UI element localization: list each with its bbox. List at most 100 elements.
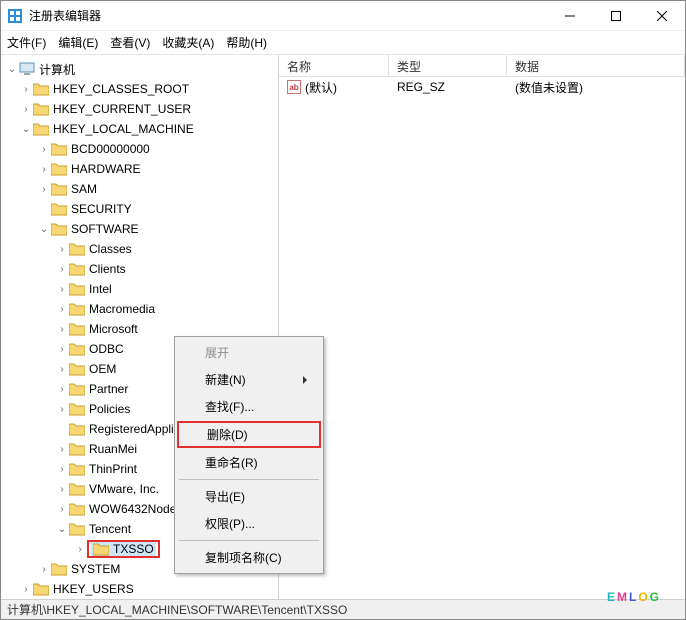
- value-data: (数值未设置): [507, 79, 685, 96]
- tree-node[interactable]: Classes: [89, 242, 132, 256]
- tree-node[interactable]: VMware, Inc.: [89, 482, 159, 496]
- window-title: 注册表编辑器: [29, 7, 547, 24]
- column-header-type[interactable]: 类型: [389, 55, 507, 76]
- folder-icon: [93, 542, 109, 556]
- status-path: 计算机\HKEY_LOCAL_MACHINE\SOFTWARE\Tencent\…: [7, 601, 347, 618]
- expander-icon[interactable]: ›: [55, 444, 69, 455]
- ctx-permissions[interactable]: 权限(P)...: [177, 510, 321, 537]
- ctx-delete-highlight: 删除(D): [177, 421, 321, 448]
- string-value-icon: ab: [287, 80, 301, 94]
- computer-icon: [19, 62, 35, 76]
- expander-icon[interactable]: ›: [55, 404, 69, 415]
- expander-icon[interactable]: ›: [55, 464, 69, 475]
- tree-node[interactable]: HKEY_CLASSES_ROOT: [53, 82, 189, 96]
- ctx-find[interactable]: 查找(F)...: [177, 393, 321, 420]
- expander-icon[interactable]: ›: [55, 244, 69, 255]
- menu-favorites[interactable]: 收藏夹(A): [162, 34, 214, 51]
- expander-icon[interactable]: ›: [55, 264, 69, 275]
- folder-icon: [51, 182, 67, 196]
- ctx-new[interactable]: 新建(N): [177, 366, 321, 393]
- tree-node[interactable]: Policies: [89, 402, 130, 416]
- expander-icon[interactable]: ›: [37, 164, 51, 175]
- tree-node-selected[interactable]: TXSSO: [113, 542, 154, 556]
- close-button[interactable]: [639, 1, 685, 30]
- folder-icon: [51, 202, 67, 216]
- tree-node[interactable]: Macromedia: [89, 302, 155, 316]
- expander-icon[interactable]: ›: [55, 484, 69, 495]
- menu-view[interactable]: 查看(V): [110, 34, 150, 51]
- tree-node[interactable]: SOFTWARE: [71, 222, 139, 236]
- folder-icon: [51, 142, 67, 156]
- tree-node[interactable]: HARDWARE: [71, 162, 141, 176]
- tree-node-computer[interactable]: 计算机: [39, 61, 75, 78]
- expander-icon[interactable]: ›: [19, 84, 33, 95]
- expander-icon[interactable]: ⌄: [5, 64, 19, 75]
- ctx-separator: [179, 479, 319, 480]
- tree-node[interactable]: OEM: [89, 362, 116, 376]
- tree-node[interactable]: WOW6432Node: [89, 502, 176, 516]
- expander-icon[interactable]: ›: [19, 104, 33, 115]
- ctx-export[interactable]: 导出(E): [177, 483, 321, 510]
- expander-icon[interactable]: ›: [19, 584, 33, 595]
- folder-icon: [69, 382, 85, 396]
- tree-node[interactable]: HKEY_LOCAL_MACHINE: [53, 122, 194, 136]
- folder-icon: [69, 262, 85, 276]
- tree-node[interactable]: ThinPrint: [89, 462, 137, 476]
- tree-node[interactable]: HKEY_CURRENT_USER: [53, 102, 191, 116]
- tree-node[interactable]: Clients: [89, 262, 126, 276]
- tree-node[interactable]: Intel: [89, 282, 112, 296]
- ctx-copykey[interactable]: 复制项名称(C): [177, 544, 321, 571]
- tree-node[interactable]: BCD00000000: [71, 142, 150, 156]
- expander-icon[interactable]: ›: [37, 144, 51, 155]
- expander-icon[interactable]: ›: [55, 364, 69, 375]
- value-list-pane[interactable]: 名称 类型 数据 ab (默认) REG_SZ (数值未设置): [279, 55, 685, 599]
- tree-node[interactable]: Microsoft: [89, 322, 138, 336]
- expander-icon[interactable]: ›: [37, 564, 51, 575]
- expander-icon[interactable]: ›: [55, 504, 69, 515]
- expander-icon[interactable]: ⌄: [55, 524, 69, 535]
- regedit-icon: [7, 8, 23, 24]
- expander-icon[interactable]: ›: [55, 284, 69, 295]
- column-header-name[interactable]: 名称: [279, 55, 389, 76]
- folder-icon: [69, 302, 85, 316]
- tree-node[interactable]: HKEY_USERS: [53, 582, 134, 596]
- tree-node[interactable]: SAM: [71, 182, 97, 196]
- minimize-button[interactable]: [547, 1, 593, 30]
- folder-icon: [69, 322, 85, 336]
- tree-node[interactable]: Partner: [89, 382, 128, 396]
- menu-help[interactable]: 帮助(H): [226, 34, 267, 51]
- expander-icon[interactable]: ⌄: [19, 124, 33, 135]
- tree-node[interactable]: SYSTEM: [71, 562, 120, 576]
- value-name: (默认): [305, 79, 337, 96]
- menu-file[interactable]: 文件(F): [7, 34, 46, 51]
- folder-icon: [33, 102, 49, 116]
- folder-icon: [51, 222, 67, 236]
- expander-icon[interactable]: ›: [55, 384, 69, 395]
- folder-icon: [69, 522, 85, 536]
- ctx-rename[interactable]: 重命名(R): [177, 449, 321, 476]
- folder-icon: [51, 562, 67, 576]
- expander-icon[interactable]: ›: [55, 304, 69, 315]
- folder-icon: [69, 482, 85, 496]
- menu-edit[interactable]: 编辑(E): [58, 34, 98, 51]
- list-row[interactable]: ab (默认) REG_SZ (数值未设置): [279, 77, 685, 97]
- expander-icon[interactable]: ⌄: [37, 224, 51, 235]
- folder-icon: [69, 402, 85, 416]
- expander-icon[interactable]: ›: [73, 544, 87, 555]
- folder-icon: [33, 122, 49, 136]
- tree-node[interactable]: SECURITY: [71, 202, 132, 216]
- folder-icon: [69, 502, 85, 516]
- expander-icon[interactable]: ›: [55, 324, 69, 335]
- value-type: REG_SZ: [389, 80, 507, 94]
- tree-node[interactable]: RuanMei: [89, 442, 137, 456]
- tree-node[interactable]: Tencent: [89, 522, 131, 536]
- folder-icon: [33, 582, 49, 596]
- list-header: 名称 类型 数据: [279, 55, 685, 77]
- selection-highlight: TXSSO: [87, 540, 160, 559]
- column-header-data[interactable]: 数据: [507, 55, 685, 76]
- maximize-button[interactable]: [593, 1, 639, 30]
- expander-icon[interactable]: ›: [55, 344, 69, 355]
- tree-node[interactable]: ODBC: [89, 342, 124, 356]
- ctx-delete[interactable]: 删除(D): [179, 426, 319, 443]
- expander-icon[interactable]: ›: [37, 184, 51, 195]
